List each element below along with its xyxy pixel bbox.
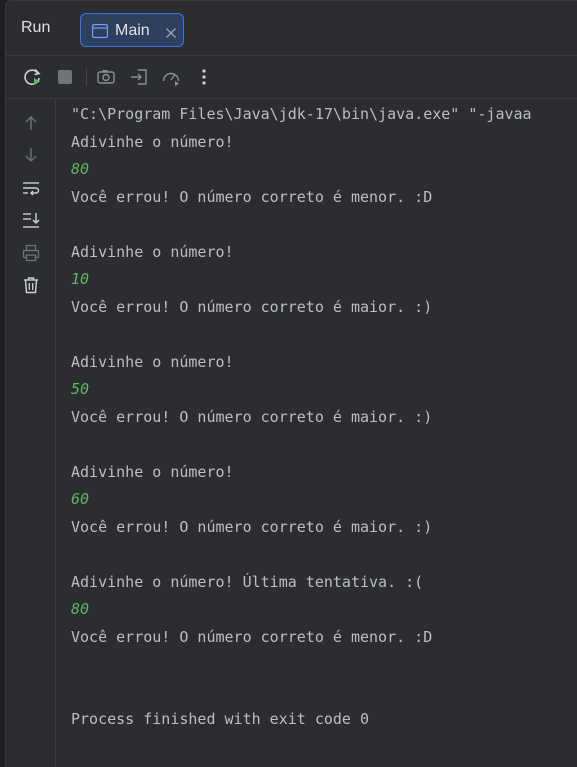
soft-wrap-icon[interactable] — [22, 179, 40, 197]
print-icon[interactable] — [22, 244, 40, 262]
result-line: Você errou! O número correto é menor. :D — [71, 188, 433, 206]
prompt-line: Adivinhe o número! — [71, 133, 234, 151]
trash-icon[interactable] — [22, 276, 40, 294]
console-actions — [6, 99, 56, 767]
close-icon[interactable] — [165, 24, 177, 43]
result-line: Você errou! O número correto é menor. :D — [71, 628, 433, 646]
command-line: "C:\Program Files\Java\jdk-17\bin\java.e… — [71, 105, 532, 123]
last-prompt-line: Adivinhe o número! Última tentativa. :( — [71, 573, 424, 591]
toolbar-divider — [86, 68, 87, 86]
tab-main-label: Main — [115, 22, 150, 39]
stop-icon[interactable] — [55, 67, 75, 87]
more-icon[interactable] — [194, 67, 214, 87]
arrow-up-icon[interactable] — [22, 114, 40, 132]
result-line: Você errou! O número correto é maior. :) — [71, 408, 433, 426]
scroll-to-end-icon[interactable] — [22, 211, 40, 229]
camera-icon[interactable] — [96, 67, 116, 87]
run-toolbar — [6, 56, 577, 99]
restore-layout-icon[interactable] — [129, 67, 149, 87]
user-input-line: 80 — [71, 160, 90, 178]
run-title: Run — [21, 19, 51, 36]
exit-line: Process finished with exit code 0 — [71, 710, 370, 728]
rerun-icon[interactable] — [23, 67, 43, 87]
run-tool-window: Run Main "C:\Program Files\Java\jdk-17\b… — [5, 0, 577, 767]
prompt-line: Adivinhe o número! — [71, 463, 234, 481]
tab-main[interactable]: Main — [80, 13, 184, 47]
user-input-line: 80 — [71, 600, 90, 618]
result-line: Você errou! O número correto é maior. :) — [71, 298, 433, 316]
prompt-line: Adivinhe o número! — [71, 353, 234, 371]
prompt-line: Adivinhe o número! — [71, 243, 234, 261]
user-input-line: 50 — [71, 380, 90, 398]
result-line: Você errou! O número correto é maior. :) — [71, 518, 433, 536]
user-input-line: 10 — [71, 270, 90, 288]
window-icon — [91, 23, 109, 42]
run-header: Run Main — [6, 1, 577, 56]
console-output[interactable]: "C:\Program Files\Java\jdk-17\bin\java.e… — [71, 99, 577, 767]
profiler-icon[interactable] — [161, 67, 181, 87]
user-input-line: 60 — [71, 490, 90, 508]
arrow-down-icon[interactable] — [22, 146, 40, 164]
